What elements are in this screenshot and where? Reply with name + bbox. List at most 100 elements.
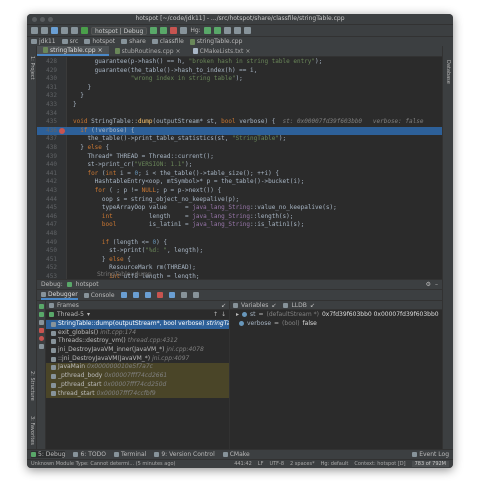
run-to-cursor-icon[interactable] <box>180 292 187 298</box>
breadcrumb-item[interactable]: stringTable.cpp <box>189 38 242 45</box>
code-line[interactable]: 441 for (int i = 0; i < the_table()->tab… <box>37 170 442 179</box>
minimize-window-button[interactable] <box>40 16 45 22</box>
stack-frame[interactable]: jni_DestroyJavaVM_inner(JavaVM_*) jni.cpp… <box>46 346 229 355</box>
close-tab-icon[interactable]: × <box>98 45 103 56</box>
restore-layout-icon[interactable]: ↙ <box>310 302 315 309</box>
step-out-icon[interactable] <box>168 292 175 298</box>
code-line[interactable]: 439 Thread* THREAD = Thread::current(); <box>37 153 442 162</box>
run-config-select[interactable]: hotspot | Debug <box>91 26 148 35</box>
tab-stubroutines-cpp[interactable]: stubRoutines.cpp × <box>109 46 187 56</box>
stack-frame[interactable]: StringTable::dump(outputStream*, bool ve… <box>46 320 229 329</box>
build-hammer-icon[interactable] <box>81 27 88 34</box>
thread-selector[interactable]: Thread-5 ▾ ↑ ↓ <box>46 310 229 320</box>
code-line[interactable]: 431 } <box>37 84 442 93</box>
tab-stringtable-cpp[interactable]: stringTable.cpp × <box>37 46 109 56</box>
code-line[interactable]: 428 guarantee(p->hash() == h, "broken ha… <box>37 58 442 67</box>
zoom-window-button[interactable] <box>48 16 53 22</box>
line-separator[interactable]: LF <box>258 461 264 467</box>
cmake-context[interactable]: Context: hotspot [D] <box>354 461 405 467</box>
tool-tab-terminal[interactable]: Terminal <box>113 451 146 458</box>
code-line[interactable]: 437 the_table()->print_table_statistics(… <box>37 135 442 144</box>
stack-frame[interactable]: Threads::destroy_vm() thread.cpp:4312 <box>46 337 229 346</box>
code-line[interactable]: 449 if (length <= 0) { <box>37 239 442 248</box>
code-line[interactable]: 444 oop s = string_object_no_keepalive(p… <box>37 196 442 205</box>
restore-layout-icon[interactable]: ↙ <box>271 302 276 309</box>
close-tab-icon[interactable]: × <box>176 46 181 57</box>
tool-tab-cmake[interactable]: CMake <box>222 451 250 458</box>
stop-icon[interactable] <box>170 27 178 34</box>
code-line[interactable]: 451 } else { <box>37 256 442 265</box>
stack-frame[interactable]: thread_start 0x00007fff74ccfbf9 <box>46 389 229 399</box>
coverage-icon[interactable] <box>180 27 188 34</box>
stack-frame[interactable]: JavaMain 0x000000010e5f7a7c <box>46 363 229 373</box>
database-tool-button[interactable]: Database <box>445 60 451 84</box>
evaluate-expression-icon[interactable] <box>192 292 199 298</box>
code-line[interactable]: 440 st->print_cr("VERSION: 1.1"); <box>37 161 442 170</box>
code-editor[interactable]: 428 guarantee(p->hash() == h, "broken ha… <box>37 57 442 289</box>
code-line[interactable]: 433} <box>37 101 442 110</box>
code-line[interactable]: 448 <box>37 230 442 239</box>
force-step-into-icon[interactable] <box>156 292 163 298</box>
stack-frame[interactable]: _pthread_body 0x00007fff74cd2661 <box>46 372 229 381</box>
caret-position[interactable]: 441:42 <box>234 461 252 467</box>
close-window-button[interactable] <box>32 16 37 22</box>
run-icon[interactable] <box>150 27 158 34</box>
code-line[interactable]: 432 } <box>37 92 442 101</box>
tab-cmakelists[interactable]: CMakeLists.txt × <box>187 46 257 56</box>
settings-wrench-icon[interactable] <box>233 27 241 34</box>
function-breadcrumb[interactable]: StringTable::dump <box>97 271 152 279</box>
vcs-branch[interactable]: Hg: default <box>321 461 349 467</box>
project-tool-button[interactable]: 1: Project <box>29 56 35 80</box>
code-line[interactable]: 446 int length = java_lang_String::lengt… <box>37 213 442 222</box>
debug-bug-icon[interactable] <box>160 27 168 34</box>
status-message[interactable]: Unknown Module Type: Cannot determi... (… <box>31 461 176 467</box>
hide-panel-icon[interactable]: – <box>435 281 438 288</box>
code-line[interactable]: 450 st->print("%d: ", length); <box>37 247 442 256</box>
tool-tab-event-log[interactable]: Event Log <box>412 451 449 458</box>
stop-debug-icon[interactable] <box>38 328 44 333</box>
code-line[interactable]: 447 bool is_latin1 = java_lang_String::i… <box>37 221 442 230</box>
stack-frame[interactable]: exit_globals() init.cpp:174 <box>46 329 229 338</box>
variable-row[interactable]: verbose = (bool) false <box>230 319 442 328</box>
settings-gear-icon[interactable]: ⚙ <box>426 281 431 288</box>
code-line[interactable]: 438 } else { <box>37 144 442 153</box>
file-encoding[interactable]: UTF-8 <box>269 461 284 467</box>
vcs-update-icon[interactable] <box>203 27 211 34</box>
breakpoint-icon[interactable] <box>59 128 65 135</box>
stack-frame[interactable]: ::jni_DestroyJavaVM(JavaVM_*) jni.cpp:409… <box>46 355 229 364</box>
save-icon[interactable] <box>41 27 48 34</box>
back-arrow-icon[interactable] <box>61 27 68 34</box>
breadcrumb-item[interactable]: classfile <box>151 38 184 45</box>
close-tab-icon[interactable]: × <box>245 46 250 57</box>
tab-debugger[interactable]: Debugger <box>41 291 78 300</box>
code-line[interactable]: 445 typeArrayOop value = java_lang_Strin… <box>37 204 442 213</box>
structure-tool-button[interactable]: 2: Structure <box>29 371 35 401</box>
stack-frame[interactable]: _pthread_start 0x00007fff74cd250d <box>46 380 229 390</box>
up-arrow-icon[interactable]: ↑ <box>213 311 218 318</box>
indent-setting[interactable]: 2 spaces* <box>290 461 315 467</box>
tab-console[interactable]: Console <box>83 292 115 299</box>
favorites-tool-button[interactable]: 3: Favorites <box>29 416 35 445</box>
show-execution-point-icon[interactable] <box>120 292 127 298</box>
tool-tab-todo[interactable]: 6: TODO <box>73 451 106 458</box>
forward-arrow-icon[interactable] <box>71 27 78 34</box>
search-icon[interactable] <box>243 27 251 34</box>
breadcrumb-item[interactable]: share <box>121 38 146 45</box>
code-line[interactable]: 435 void StringTable::dump(outputStream* … <box>37 118 442 127</box>
code-line[interactable]: 434 <box>37 110 442 119</box>
tool-tab-version-control[interactable]: 9: Version Control <box>154 451 215 458</box>
vcs-history-icon[interactable] <box>223 27 231 34</box>
resume-icon[interactable] <box>38 312 44 317</box>
view-breakpoints-icon[interactable] <box>38 336 44 341</box>
code-line[interactable]: 442 HashtableEntry<oop, mtSymbol>* p = t… <box>37 178 442 187</box>
code-line[interactable]: 443 for ( ; p != NULL; p = p->next()) { <box>37 187 442 196</box>
rerun-icon[interactable] <box>38 304 44 309</box>
step-over-icon[interactable] <box>132 292 139 298</box>
code-line[interactable]: 429 guarantee(the_table()->hash_to_index… <box>37 67 442 76</box>
pause-icon[interactable] <box>38 320 44 325</box>
mute-breakpoints-icon[interactable] <box>38 344 44 349</box>
code-line[interactable]: 436 if (!verbose) { <box>37 126 442 136</box>
vcs-commit-icon[interactable] <box>213 27 221 34</box>
restore-layout-icon[interactable]: ↙ <box>221 302 226 309</box>
debug-config-tab[interactable]: hotspot <box>76 281 99 288</box>
